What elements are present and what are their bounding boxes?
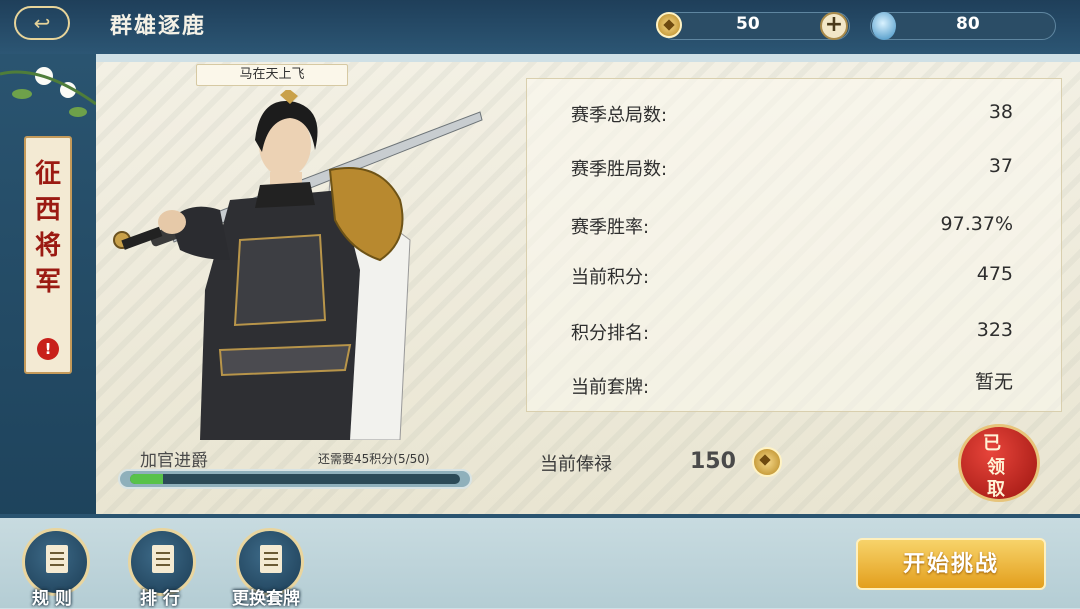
top-bar: ↩ 群雄逐鹿 50 + 80 <box>0 0 1080 54</box>
change-deck-label: 更换套牌 <box>232 589 300 609</box>
rules-label: 规 则 <box>32 589 72 609</box>
add-coins-button[interactable]: + <box>820 12 848 40</box>
rank-banner[interactable]: 征 西 将 军 ! <box>24 136 72 374</box>
coin-amount: 50 <box>736 14 760 34</box>
salary-label: 当前俸禄 <box>540 454 612 475</box>
coin-icon <box>656 12 682 38</box>
stat-row-wins: 赛季胜局数: 37 <box>571 155 1013 180</box>
salary-value: 150 <box>690 449 736 474</box>
season-stats-panel: 赛季总局数: 38 赛季胜局数: 37 赛季胜率: 97.37% 当前积分: 4… <box>526 78 1062 412</box>
ranking-label: 排 行 <box>140 589 180 609</box>
promotion-progress-bar <box>118 469 472 489</box>
alert-icon: ! <box>37 338 59 360</box>
stat-row-points: 当前积分: 475 <box>571 263 1013 288</box>
player-name: 马在天上飞 <box>196 64 348 86</box>
cards-icon <box>260 545 282 573</box>
back-arrow-icon: ↩ <box>33 11 51 35</box>
hero-portrait <box>113 90 483 440</box>
back-button[interactable]: ↩ <box>14 6 70 40</box>
rank-title: 征 西 将 军 <box>34 159 61 297</box>
promotion-requirement: 还需要45积分(5/50) <box>318 452 430 466</box>
scroll-icon <box>152 545 174 573</box>
jade-amount: 80 <box>956 14 980 34</box>
progress-fill <box>130 474 163 484</box>
stat-row-win-rate: 赛季胜率: 97.37% <box>571 213 1013 238</box>
scroll-document-icon <box>46 545 68 573</box>
promotion-label: 加官进爵 <box>140 451 208 471</box>
stat-row-total-games: 赛季总局数: 38 <box>571 101 1013 126</box>
stat-row-deck: 当前套牌: 暂无 <box>571 371 1013 398</box>
claimed-seal-button[interactable]: 已 领 取 <box>958 424 1040 502</box>
flower-decoration-icon <box>0 67 96 117</box>
stat-row-ranking: 积分排名: 323 <box>571 319 1013 344</box>
jade-icon <box>872 12 896 40</box>
page-title: 群雄逐鹿 <box>110 13 207 39</box>
salary-coin-icon <box>752 447 782 477</box>
start-challenge-button[interactable]: 开始挑战 <box>856 538 1046 590</box>
